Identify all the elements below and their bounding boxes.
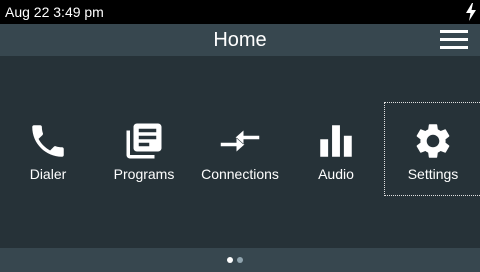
menu-icon-bar-bottom [440,46,468,49]
status-datetime: Aug 22 3:49 pm [5,4,104,20]
menu-icon-bar-middle [440,38,468,41]
menu-button[interactable] [440,30,468,50]
page-title: Home [213,29,267,51]
app-label-settings: Settings [407,166,459,182]
app-tile-audio[interactable]: Audio [288,103,384,195]
app-tile-settings[interactable]: Settings [384,102,480,196]
page-indicator-bar [0,248,480,272]
header: Home [0,24,480,56]
page-dot-1[interactable] [227,257,233,263]
menu-icon-bar-top [440,30,468,33]
app-tile-connections[interactable]: Connections [192,103,288,195]
page-dot-2[interactable] [237,257,243,263]
app-grid: Dialer Programs Connections Audio Settin… [0,56,480,248]
app-tile-dialer[interactable]: Dialer [0,103,96,195]
status-bar: Aug 22 3:49 pm [0,0,480,24]
document-list-icon [126,123,162,159]
gear-icon [416,124,450,158]
charging-icon [466,3,476,21]
bar-chart-icon [320,125,352,157]
phone-icon [32,125,64,157]
app-tile-programs[interactable]: Programs [96,103,192,195]
swap-arrows-icon [220,130,260,152]
